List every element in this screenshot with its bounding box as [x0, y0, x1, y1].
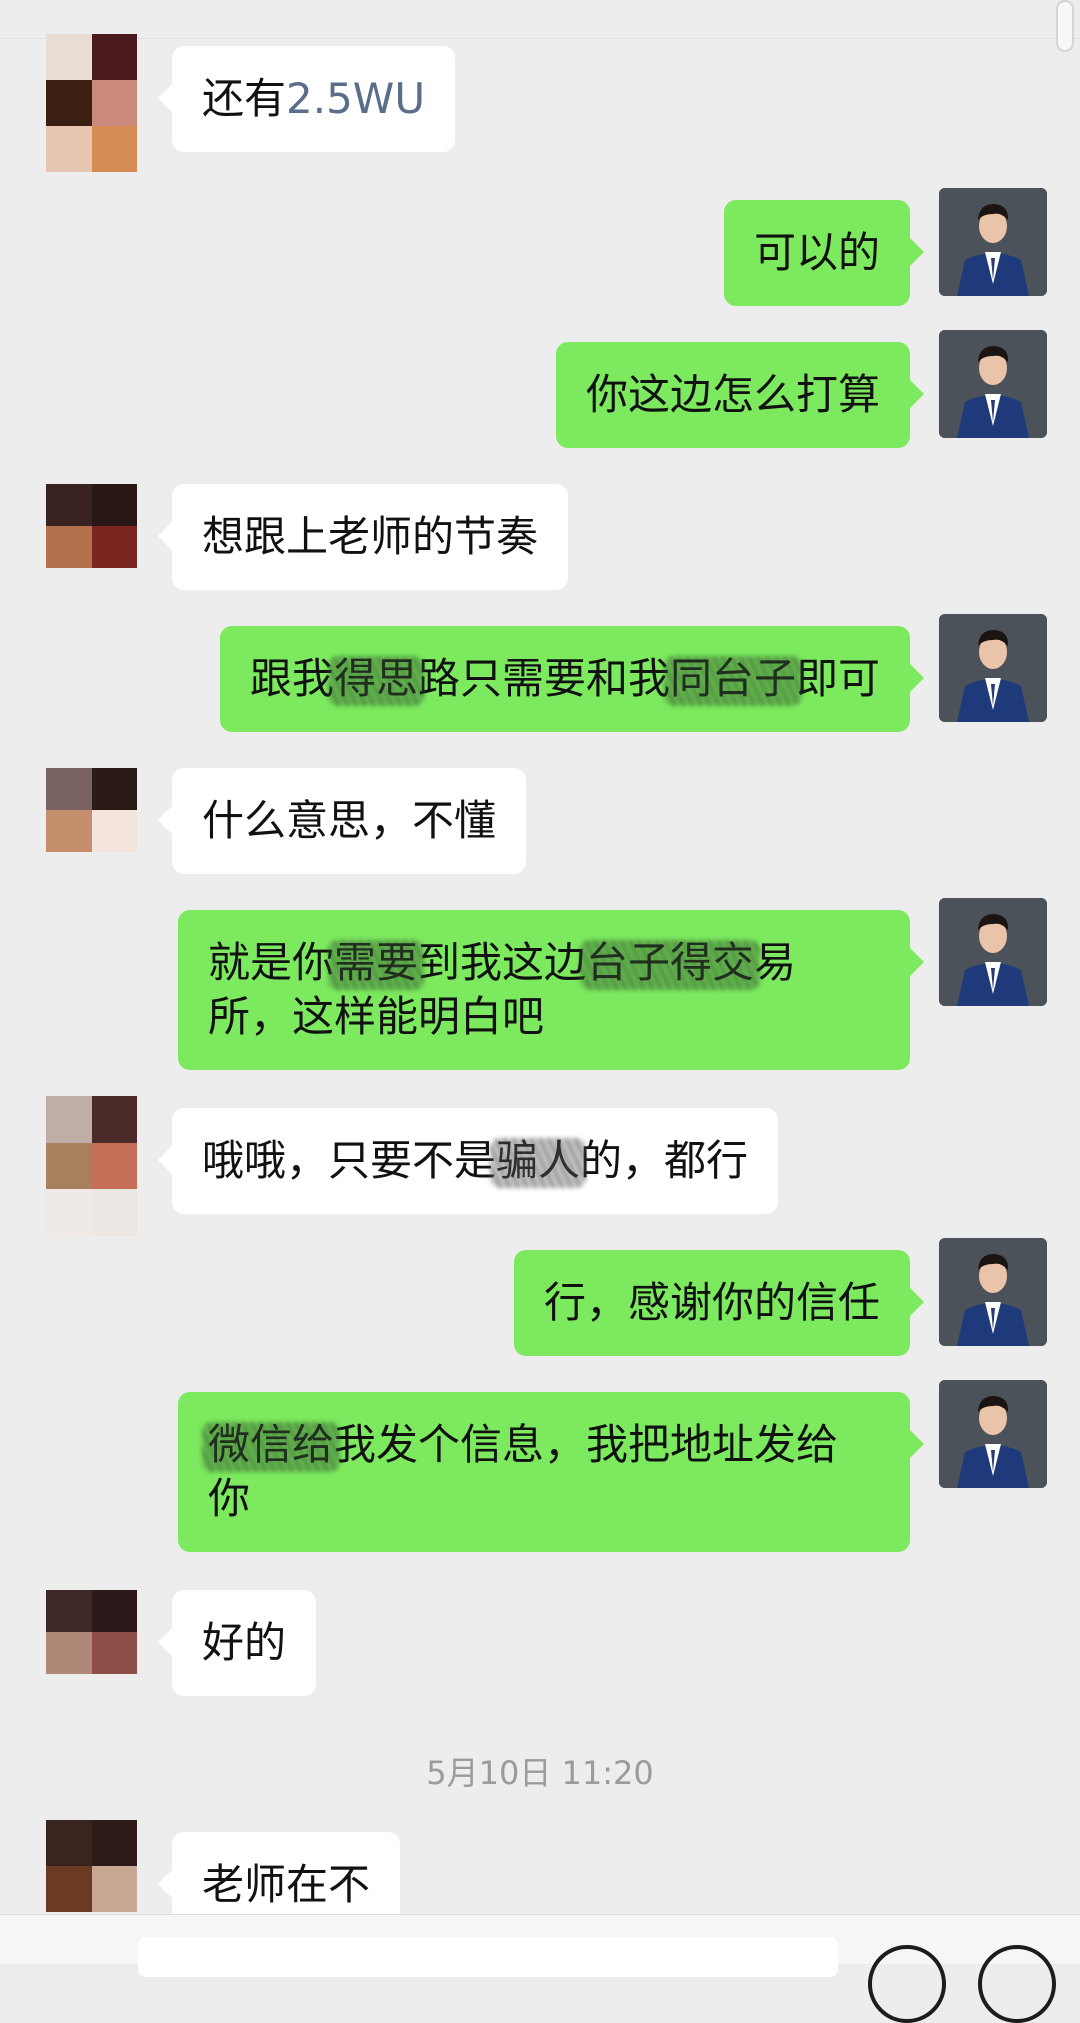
user-avatar[interactable]	[939, 330, 1047, 438]
user-avatar[interactable]	[939, 898, 1047, 1006]
user-avatar[interactable]	[939, 188, 1047, 296]
chat-timestamp: 5月10日 11:20	[426, 1754, 654, 1792]
scrollbar[interactable]	[1056, 0, 1074, 52]
outgoing-message-bubble[interactable]: 行，感谢你的信任	[513, 1250, 925, 1356]
input-bar	[0, 1914, 1080, 2023]
incoming-message-bubble[interactable]: 还有2.5WU	[157, 46, 456, 152]
incoming-message-bubble[interactable]: 好的	[157, 1590, 317, 1696]
person-icon	[939, 898, 1047, 1006]
outgoing-message-bubble[interactable]: 就是你需要到我这边台子得交易所，这样能明白吧	[178, 910, 924, 1070]
person-icon	[939, 330, 1047, 438]
user-avatar[interactable]	[939, 1380, 1047, 1488]
user-avatar[interactable]	[939, 614, 1047, 722]
person-icon	[939, 1380, 1047, 1488]
incoming-message-bubble[interactable]: 什么意思，不懂	[157, 768, 527, 874]
person-icon	[939, 614, 1047, 722]
contact-avatar[interactable]	[46, 34, 137, 172]
contact-avatar[interactable]	[46, 1590, 137, 1716]
contact-avatar[interactable]	[46, 1096, 137, 1236]
outgoing-message-bubble[interactable]: 跟我得思路只需要和我同台子即可	[219, 626, 925, 732]
incoming-message-bubble[interactable]: 哦哦，只要不是骗人的，都行	[157, 1108, 779, 1214]
top-divider	[0, 38, 1080, 39]
contact-avatar[interactable]	[46, 484, 137, 610]
incoming-message-bubble[interactable]: 想跟上老师的节奏	[157, 484, 569, 590]
outgoing-message-bubble[interactable]: 你这边怎么打算	[555, 342, 925, 448]
user-avatar[interactable]	[939, 1238, 1047, 1346]
emoji-button[interactable]	[868, 1945, 946, 2023]
outgoing-message-bubble[interactable]: 微信给我发个信息，我把地址发给你	[178, 1392, 924, 1552]
add-button[interactable]	[978, 1945, 1056, 2023]
person-icon	[939, 188, 1047, 296]
message-input[interactable]	[138, 1937, 838, 1977]
outgoing-message-bubble[interactable]: 可以的	[723, 200, 925, 306]
person-icon	[939, 1238, 1047, 1346]
contact-avatar[interactable]	[46, 768, 137, 894]
